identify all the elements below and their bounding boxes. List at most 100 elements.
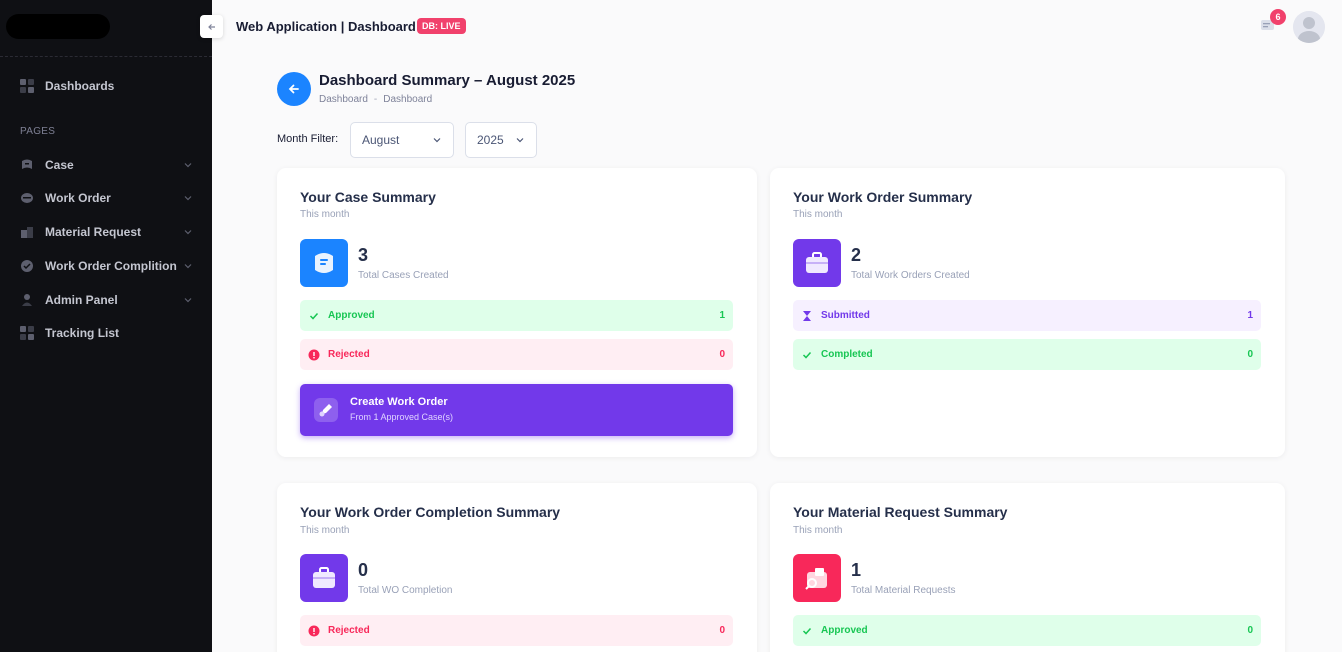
case-icon xyxy=(300,239,348,287)
month-select-value: August xyxy=(362,133,400,147)
sidebar-collapse-button[interactable] xyxy=(200,15,223,38)
month-select[interactable]: August xyxy=(350,122,454,158)
row-value: 1 xyxy=(719,310,725,321)
submitted-row[interactable]: Submitted 1 xyxy=(793,300,1261,331)
chevron-down-icon xyxy=(433,138,441,143)
sidebar-item-case[interactable]: Case xyxy=(20,153,192,177)
work-order-summary-card: Your Work Order Summary This month 2 Tot… xyxy=(770,168,1285,457)
alert-icon xyxy=(308,625,320,637)
sidebar-item-material-request[interactable]: Material Request xyxy=(20,220,192,244)
chevron-down-icon xyxy=(184,298,192,303)
notification-count-badge: 6 xyxy=(1270,9,1286,25)
grid-icon xyxy=(20,326,34,340)
back-button[interactable] xyxy=(277,72,311,106)
hourglass-icon xyxy=(801,310,813,322)
chevron-down-icon xyxy=(184,163,192,168)
total-wo-completion-label: Total WO Completion xyxy=(358,585,453,596)
wo-completion-summary-card: Your Work Order Completion Summary This … xyxy=(277,483,757,652)
cta-title: Create Work Order xyxy=(350,396,448,408)
work-order-icon xyxy=(20,191,34,205)
sidebar-item-work-order-completion[interactable]: Work Order Complition xyxy=(20,254,192,278)
row-value: 1 xyxy=(1247,310,1253,321)
app-title: Web Application | Dashboard xyxy=(236,19,416,34)
check-icon xyxy=(801,625,813,637)
sidebar: Dashboards PAGES Case Work Order Materia… xyxy=(0,0,212,652)
card-title: Your Material Request Summary xyxy=(793,504,1008,520)
month-filter-label: Month Filter: xyxy=(277,133,339,145)
case-summary-card: Your Case Summary This month 3 Total Cas… xyxy=(277,168,757,457)
rejected-row[interactable]: Rejected 0 xyxy=(300,339,733,370)
total-cases-label: Total Cases Created xyxy=(358,270,449,281)
chevron-down-icon xyxy=(516,138,524,143)
card-subtitle: This month xyxy=(300,525,350,536)
card-subtitle: This month xyxy=(300,209,350,220)
chevron-down-icon xyxy=(184,264,192,269)
page-title: Dashboard Summary – August 2025 xyxy=(319,72,576,89)
grid-icon xyxy=(20,79,34,93)
sidebar-divider xyxy=(0,56,212,57)
card-title: Your Work Order Summary xyxy=(793,189,973,205)
breadcrumb-item: Dashboard xyxy=(383,94,433,105)
completion-icon xyxy=(20,259,34,273)
sidebar-item-label: Admin Panel xyxy=(45,293,118,307)
total-material-requests-label: Total Material Requests xyxy=(851,585,956,596)
year-select[interactable]: 2025 xyxy=(465,122,537,158)
chevron-down-icon xyxy=(184,196,192,201)
completed-row[interactable]: Completed 0 xyxy=(793,339,1261,370)
year-select-value: 2025 xyxy=(477,133,504,147)
row-label: Rejected xyxy=(328,349,370,360)
search-package-icon xyxy=(793,554,841,602)
total-material-requests-count: 1 xyxy=(851,560,862,580)
card-subtitle: This month xyxy=(793,209,843,220)
row-label: Rejected xyxy=(328,625,370,636)
cta-subtitle: From 1 Approved Case(s) xyxy=(350,412,454,422)
create-work-order-button[interactable]: Create Work Order From 1 Approved Case(s… xyxy=(300,384,733,436)
row-label: Completed xyxy=(821,349,873,360)
row-label: Submitted xyxy=(821,310,870,321)
check-icon xyxy=(308,310,320,322)
total-work-orders-label: Total Work Orders Created xyxy=(851,270,970,281)
avatar[interactable] xyxy=(1293,11,1325,43)
approved-row[interactable]: Approved 1 xyxy=(300,300,733,331)
edit-icon xyxy=(314,398,338,422)
total-cases-count: 3 xyxy=(358,245,369,265)
case-icon xyxy=(20,158,34,172)
total-work-orders-count: 2 xyxy=(851,245,862,265)
sidebar-section-label: PAGES xyxy=(20,126,56,137)
card-title: Your Work Order Completion Summary xyxy=(300,504,561,520)
card-subtitle: This month xyxy=(793,525,843,536)
breadcrumb-item[interactable]: Dashboard xyxy=(319,94,368,105)
sidebar-item-label: Tracking List xyxy=(45,326,120,340)
arrow-left-icon xyxy=(207,23,215,30)
db-status-badge: DB: LIVE xyxy=(417,18,466,34)
avatar-icon xyxy=(1293,11,1325,43)
sidebar-item-work-order[interactable]: Work Order xyxy=(20,186,192,210)
logo[interactable] xyxy=(6,14,110,39)
rejected-row[interactable]: Rejected 0 xyxy=(300,615,733,646)
sidebar-item-label: Work Order xyxy=(45,191,111,205)
row-label: Approved xyxy=(821,625,868,636)
row-label: Approved xyxy=(328,310,375,321)
user-icon xyxy=(20,293,34,307)
sidebar-item-label: Work Order Complition xyxy=(45,259,177,273)
sidebar-item-admin-panel[interactable]: Admin Panel xyxy=(20,288,192,312)
sidebar-item-label: Material Request xyxy=(45,225,142,239)
row-value: 0 xyxy=(719,625,725,636)
sidebar-item-tracking-list[interactable]: Tracking List xyxy=(20,321,192,345)
sidebar-item-label: Dashboards xyxy=(45,79,115,93)
breadcrumb-separator: - xyxy=(373,94,378,105)
arrow-left-icon xyxy=(288,84,299,94)
total-wo-completion-count: 0 xyxy=(358,560,369,580)
breadcrumb: Dashboard - Dashboard xyxy=(319,94,432,105)
briefcase-icon xyxy=(793,239,841,287)
row-value: 0 xyxy=(1247,349,1253,360)
check-icon xyxy=(801,349,813,361)
row-value: 0 xyxy=(1247,625,1253,636)
row-value: 0 xyxy=(719,349,725,360)
material-icon xyxy=(20,225,34,239)
approved-row[interactable]: Approved 0 xyxy=(793,615,1261,646)
sidebar-item-dashboards[interactable]: Dashboards xyxy=(20,74,192,98)
briefcase-icon xyxy=(300,554,348,602)
material-request-summary-card: Your Material Request Summary This month… xyxy=(770,483,1285,652)
card-title: Your Case Summary xyxy=(300,189,436,205)
